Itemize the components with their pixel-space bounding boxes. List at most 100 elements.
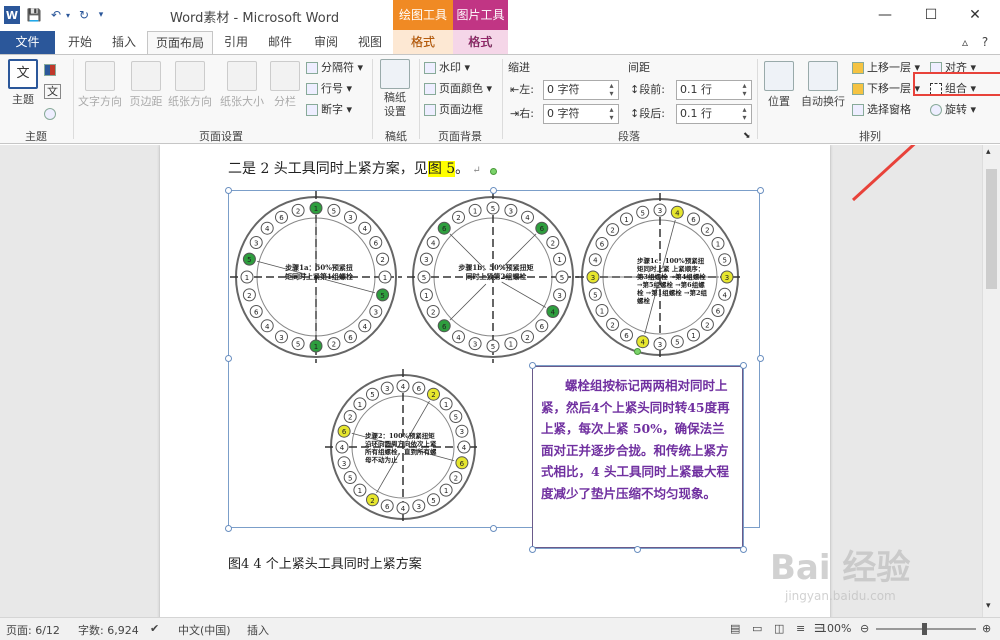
hyphenation-button[interactable]: 断字 ▾	[306, 101, 352, 119]
themes-button[interactable]: 文 主题	[6, 59, 40, 107]
ribbon-tabs: 文件 开始 插入 页面布局 引用 邮件 审阅 视图 格式 格式 ▵ ?	[0, 31, 1000, 54]
callout-textbox[interactable]: 螺栓组按标记两两相对同时上紧，然后4个上紧头同时转45度再上紧，每次上紧 50%…	[532, 366, 743, 548]
zoom-out-icon[interactable]: ⊖	[860, 622, 869, 635]
scroll-down-icon[interactable]: ▾	[986, 601, 991, 611]
maximize-button[interactable]: ☐	[916, 4, 946, 26]
send-backward-button[interactable]: 下移一层 ▾	[852, 80, 920, 98]
watermark-button[interactable]: 水印 ▾	[424, 59, 470, 77]
vertical-scrollbar[interactable]: ▴ ▾	[982, 145, 1000, 617]
svg-text:3: 3	[473, 341, 477, 349]
position-button[interactable]: 位置	[762, 61, 796, 109]
resize-handle[interactable]	[740, 546, 747, 553]
tab-drawing-format[interactable]: 格式	[396, 31, 450, 54]
svg-text:2: 2	[431, 391, 435, 399]
outline-icon[interactable]: ≡	[796, 622, 805, 635]
language[interactable]: 中文(中国)	[178, 622, 231, 638]
page-borders-button[interactable]: 页面边框	[424, 101, 483, 119]
columns-button[interactable]: 分栏	[270, 61, 300, 109]
paragraph-launcher-icon[interactable]: ⬊	[743, 127, 751, 145]
proofing-icon[interactable]: ✔	[150, 622, 159, 635]
spacing-before-input[interactable]: 0.1 行	[676, 80, 752, 100]
tab-insert[interactable]: 插入	[104, 31, 144, 54]
word-icon[interactable]: W	[4, 6, 20, 24]
selection-pane-label: 选择窗格	[867, 103, 911, 116]
word-count[interactable]: 字数: 6,924	[78, 622, 139, 638]
zoom-in-icon[interactable]: ⊕	[982, 622, 991, 635]
redo-icon[interactable]: ↻	[76, 6, 92, 24]
theme-colors-button[interactable]	[44, 61, 64, 79]
bring-forward-button[interactable]: 上移一层 ▾	[852, 59, 920, 77]
tab-mailings[interactable]: 邮件	[260, 31, 300, 54]
resize-handle[interactable]	[634, 546, 641, 553]
full-screen-icon[interactable]: ▭	[752, 622, 762, 635]
resize-handle[interactable]	[490, 525, 497, 532]
tab-home[interactable]: 开始	[60, 31, 100, 54]
rotate-handle[interactable]	[634, 348, 641, 355]
document-area[interactable]: 二是 2 头工具同时上紧方案，见图 5。 ↵ 15346215346215346…	[0, 145, 982, 617]
rotate-label: 旋转	[945, 103, 967, 116]
spacing-after-input[interactable]: 0.1 行	[676, 104, 752, 124]
draft-paper-icon	[380, 59, 410, 89]
help-icon[interactable]: ?	[976, 31, 994, 54]
figure-reference-link[interactable]: 图 5	[427, 161, 456, 177]
svg-text:3: 3	[725, 274, 729, 282]
page-color-button[interactable]: 页面颜色 ▾	[424, 80, 492, 98]
selection-pane-button[interactable]: 选择窗格	[852, 101, 911, 119]
dial-caption-2: 步骤1b：50%预紧扭矩同时上紧第2组螺栓	[458, 263, 534, 281]
save-icon[interactable]: 💾	[26, 6, 42, 24]
svg-text:1: 1	[424, 292, 428, 300]
resize-handle[interactable]	[757, 355, 764, 362]
zoom-slider-thumb[interactable]	[922, 623, 927, 635]
svg-text:3: 3	[279, 334, 283, 342]
text-direction-button[interactable]: 文字方向	[76, 61, 124, 109]
undo-icon[interactable]: ↶	[48, 6, 64, 24]
close-button[interactable]: ✕	[960, 4, 990, 26]
undo-dropdown-icon[interactable]: ▾	[64, 6, 72, 24]
tab-file[interactable]: 文件	[0, 31, 55, 54]
scroll-thumb[interactable]	[986, 169, 997, 289]
rotate-button[interactable]: 旋转 ▾	[930, 101, 976, 119]
wrap-text-button[interactable]: 自动换行	[798, 61, 848, 109]
tab-page-layout[interactable]: 页面布局	[147, 31, 213, 54]
svg-text:2: 2	[525, 334, 529, 342]
resize-handle[interactable]	[225, 355, 232, 362]
resize-handle[interactable]	[529, 362, 536, 369]
tab-references[interactable]: 引用	[216, 31, 256, 54]
theme-effects-button[interactable]	[44, 105, 64, 123]
orientation-button[interactable]: 纸张方向	[166, 61, 214, 109]
tab-view[interactable]: 视图	[350, 31, 390, 54]
document-page[interactable]: 二是 2 头工具同时上紧方案，见图 5。 ↵ 15346215346215346…	[160, 145, 830, 617]
svg-text:1: 1	[358, 401, 362, 409]
resize-handle[interactable]	[740, 362, 747, 369]
web-layout-icon[interactable]: ◫	[774, 622, 784, 635]
customize-qat-icon[interactable]: ▾	[96, 6, 106, 24]
breaks-button[interactable]: 分隔符 ▾	[306, 59, 363, 77]
indent-left-icon: ⇤	[510, 83, 520, 96]
indent-right-label: ⇥右:	[510, 105, 534, 123]
scroll-up-icon[interactable]: ▴	[986, 147, 991, 157]
theme-fonts-button[interactable]: 文	[44, 83, 66, 101]
insert-mode[interactable]: 插入	[247, 622, 269, 638]
indent-right-input[interactable]: 0 字符	[543, 104, 619, 124]
tab-review[interactable]: 审阅	[306, 31, 346, 54]
size-button[interactable]: 纸张大小	[218, 61, 266, 109]
resize-handle[interactable]	[757, 187, 764, 194]
line-numbers-button[interactable]: 行号 ▾	[306, 80, 352, 98]
svg-text:4: 4	[265, 323, 270, 331]
collapse-ribbon-icon[interactable]: ▵	[958, 31, 972, 54]
print-layout-icon[interactable]: ▤	[730, 622, 740, 635]
size-icon	[227, 61, 257, 91]
minimize-button[interactable]: —	[870, 4, 900, 26]
tab-picture-format[interactable]: 格式	[455, 31, 505, 54]
margins-button[interactable]: 页边距	[126, 61, 166, 109]
resize-handle[interactable]	[225, 187, 232, 194]
rotate-handle[interactable]	[490, 168, 497, 175]
page-count[interactable]: 页面: 6/12	[6, 622, 60, 638]
callout-text[interactable]: 螺栓组按标记两两相对同时上紧，然后4个上紧头同时转45度再上紧，每次上紧 50%…	[541, 375, 734, 504]
resize-handle[interactable]	[490, 187, 497, 194]
draft-paper-button[interactable]: 稿纸设置	[378, 59, 412, 119]
resize-handle[interactable]	[529, 546, 536, 553]
resize-handle[interactable]	[225, 525, 232, 532]
zoom-level[interactable]: 100%	[820, 622, 851, 635]
indent-left-input[interactable]: 0 字符	[543, 80, 619, 100]
